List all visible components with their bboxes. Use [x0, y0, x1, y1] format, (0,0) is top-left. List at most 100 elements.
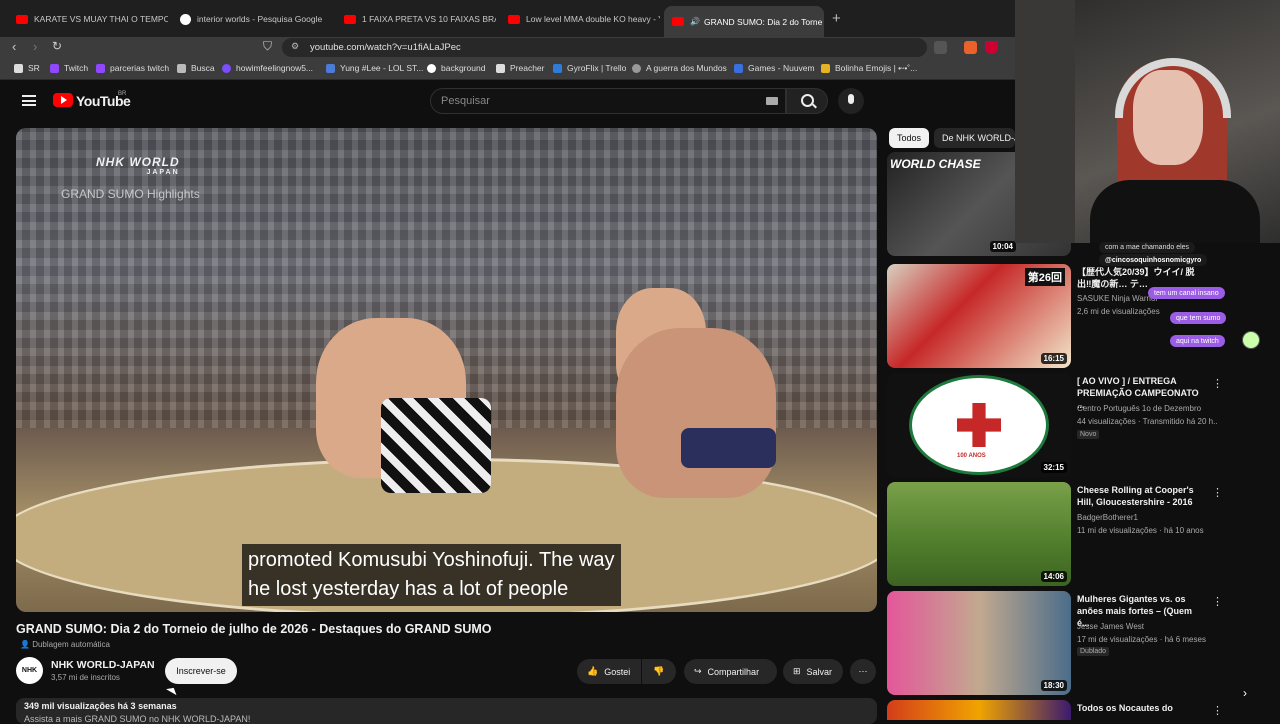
mawashi-belt	[681, 428, 776, 468]
menu-icon[interactable]	[22, 95, 36, 106]
bookmark-item[interactable]: Bolinha Emojis | •ᵕ•˚...	[821, 63, 917, 73]
extension-alert-icon[interactable]	[985, 41, 998, 54]
youtube-favicon-icon	[16, 14, 28, 24]
dubbing-icon: 👤	[20, 640, 33, 649]
chat-message: com a mae chamando eles	[1099, 242, 1196, 253]
more-vertical-icon[interactable]: ⋮	[1212, 486, 1223, 499]
tab-title: Low level MMA double KO heavy - Yo	[526, 14, 660, 24]
recommendation-thumbnail[interactable]: 第26回 16:15	[887, 264, 1071, 368]
search-button[interactable]	[786, 88, 828, 114]
bookmark-item[interactable]: A guerra dos Mundos	[632, 63, 727, 73]
extension-shield-icon[interactable]	[964, 41, 977, 54]
chip-from-channel[interactable]: De NHK WORLD-J	[934, 128, 1015, 148]
chat-avatar	[1242, 331, 1260, 349]
address-bar[interactable]: ⚙ youtube.com/watch?v=u1fiALaJPec	[282, 38, 927, 57]
bookmark-item[interactable]: Twitch	[50, 63, 88, 73]
wall-panel	[1015, 0, 1075, 243]
globe-icon	[632, 63, 641, 73]
youtube-header: YouTube BR Pesquisar	[0, 80, 1015, 124]
more-vertical-icon[interactable]: ⋮	[1212, 595, 1223, 608]
share-button[interactable]: ↪ Compartilhar	[684, 659, 777, 684]
google-icon	[427, 63, 436, 73]
description-box[interactable]: 349 mil visualizações há 3 semanas Assis…	[16, 698, 877, 724]
new-tab-button[interactable]: +	[832, 10, 841, 27]
more-vertical-icon[interactable]: ⋮	[1212, 704, 1223, 717]
wrestler-figure	[616, 328, 776, 498]
tab-title: GRAND SUMO: Dia 2 do Torne	[703, 16, 823, 27]
headphones-icon	[1115, 58, 1231, 118]
browser-tab-strip: KARATE VS MUAY THAI O TEMPO FE interior …	[0, 0, 1015, 37]
speaker-icon: 🔊	[690, 17, 700, 26]
browser-tab-2[interactable]: interior worlds - Pesquisa Google	[172, 6, 332, 32]
chip-all[interactable]: Todos	[889, 128, 930, 148]
channel-avatar[interactable]: NHK	[16, 657, 43, 684]
save-button[interactable]: ⊞ Salvar	[783, 659, 843, 684]
youtube-logo-icon[interactable]	[53, 93, 73, 107]
video-player[interactable]: NHK WORLD JAPAN GRAND SUMO Highlights pr…	[16, 128, 877, 612]
video-title: GRAND SUMO: Dia 2 do Torneio de julho de…	[16, 622, 492, 636]
bookmark-item[interactable]: Preacher	[496, 63, 545, 73]
site-info-icon[interactable]: ⚙	[291, 41, 299, 52]
forward-arrow-icon[interactable]: ›	[33, 39, 37, 54]
browser-tab-active[interactable]: 🔊 GRAND SUMO: Dia 2 do Torne ×	[664, 6, 824, 37]
recommendation-title[interactable]: Todos os Nocautes do	[1077, 702, 1207, 714]
recommendation-meta: 17 mi de visualizações · há 6 meses	[1077, 635, 1206, 644]
browser-tab-4[interactable]: Low level MMA double KO heavy - Yo	[500, 6, 660, 32]
recommendation-thumbnail[interactable]	[887, 700, 1071, 720]
bookmark-icon	[14, 63, 23, 73]
cast-icon[interactable]	[934, 41, 947, 54]
video-duration: 10:04	[989, 241, 1016, 252]
more-actions-button[interactable]: ⋯	[850, 659, 876, 684]
youtube-favicon-icon	[508, 14, 520, 24]
chat-message: tem um canal insano	[1148, 287, 1225, 299]
tab-title: KARATE VS MUAY THAI O TEMPO FE	[34, 14, 168, 24]
recommendation-channel: Jesse James West	[1077, 622, 1144, 631]
video-duration: 14:06	[1040, 571, 1067, 582]
dislike-button[interactable]: 👎	[642, 659, 676, 684]
voice-search-icon[interactable]	[838, 88, 864, 114]
bookmark-item[interactable]: parcerias twitch	[96, 63, 169, 73]
dubbed-badge: Dublado	[1077, 647, 1110, 656]
browser-tab-3[interactable]: 1 FAIXA PRETA VS 10 FAIXAS BRANCA	[336, 6, 496, 32]
youtube-favicon-icon	[672, 17, 684, 26]
recommendation-channel: Centro Português 1o de Dezembro	[1077, 404, 1202, 413]
bookmark-item[interactable]: Busca	[177, 63, 215, 73]
reload-icon[interactable]: ↻	[52, 39, 62, 53]
browser-toolbar: ‹ › ↻ ⛉ ⚙ youtube.com/watch?v=u1fiALaJPe…	[0, 37, 1015, 59]
back-arrow-icon[interactable]: ‹	[12, 39, 16, 54]
video-duration: 32:15	[1040, 462, 1067, 473]
google-favicon-icon	[180, 13, 191, 25]
channel-name[interactable]: NHK WORLD-JAPAN	[51, 659, 155, 671]
youtube-favicon-icon	[344, 14, 356, 24]
bookmarks-bar: SR Twitch parcerias twitch Busca howimfe…	[0, 59, 1015, 80]
search-input[interactable]: Pesquisar	[430, 88, 786, 114]
more-vertical-icon[interactable]: ⋮	[1212, 377, 1223, 390]
keyboard-icon[interactable]	[766, 97, 778, 105]
dubbing-label: 👤 Dublagem automática	[20, 640, 111, 649]
bookmark-icon[interactable]: ⛉	[263, 39, 272, 54]
recommendation-thumbnail[interactable]: 100 ANOS 32:15	[887, 373, 1071, 477]
browser-tab-1[interactable]: KARATE VS MUAY THAI O TEMPO FE	[8, 6, 168, 32]
twitch-icon	[96, 63, 105, 73]
bookmark-item[interactable]: Yung #Lee - LOL ST...	[326, 63, 423, 73]
subscribe-button[interactable]: Inscrever-se	[165, 658, 237, 684]
like-button[interactable]: 👍 Gostei	[577, 659, 641, 684]
recommendation-thumbnail[interactable]: 14:06	[887, 482, 1071, 586]
more-horizontal-icon: ⋯	[858, 666, 868, 676]
bookmark-item[interactable]: GyroFlix | Trello	[553, 63, 626, 73]
recommendation-title[interactable]: Cheese Rolling at Cooper's Hill, Glouces…	[1077, 484, 1207, 508]
chat-username: @cincosoquinhosnomicgyro	[1099, 254, 1208, 266]
bookmark-item[interactable]: SR	[14, 63, 40, 73]
chevron-right-icon[interactable]: ›	[1243, 686, 1247, 700]
close-tab-icon[interactable]: ×	[822, 16, 824, 28]
folder-icon	[821, 63, 830, 73]
mawashi-apron	[381, 398, 491, 493]
bookmark-item[interactable]: Games - Nuuvem	[734, 63, 815, 73]
recommendation-thumbnail[interactable]: 18:30	[887, 591, 1071, 695]
chat-message: aqui na twitch	[1170, 335, 1225, 347]
bookmark-item[interactable]: howimfeelingnow5...	[222, 63, 313, 73]
recommendation-channel: BadgerBotherer1	[1077, 513, 1138, 522]
bookmark-item[interactable]: background	[427, 63, 485, 73]
nhk-watermark: NHK WORLD JAPAN	[96, 155, 180, 176]
mouse-cursor-icon	[166, 684, 179, 696]
